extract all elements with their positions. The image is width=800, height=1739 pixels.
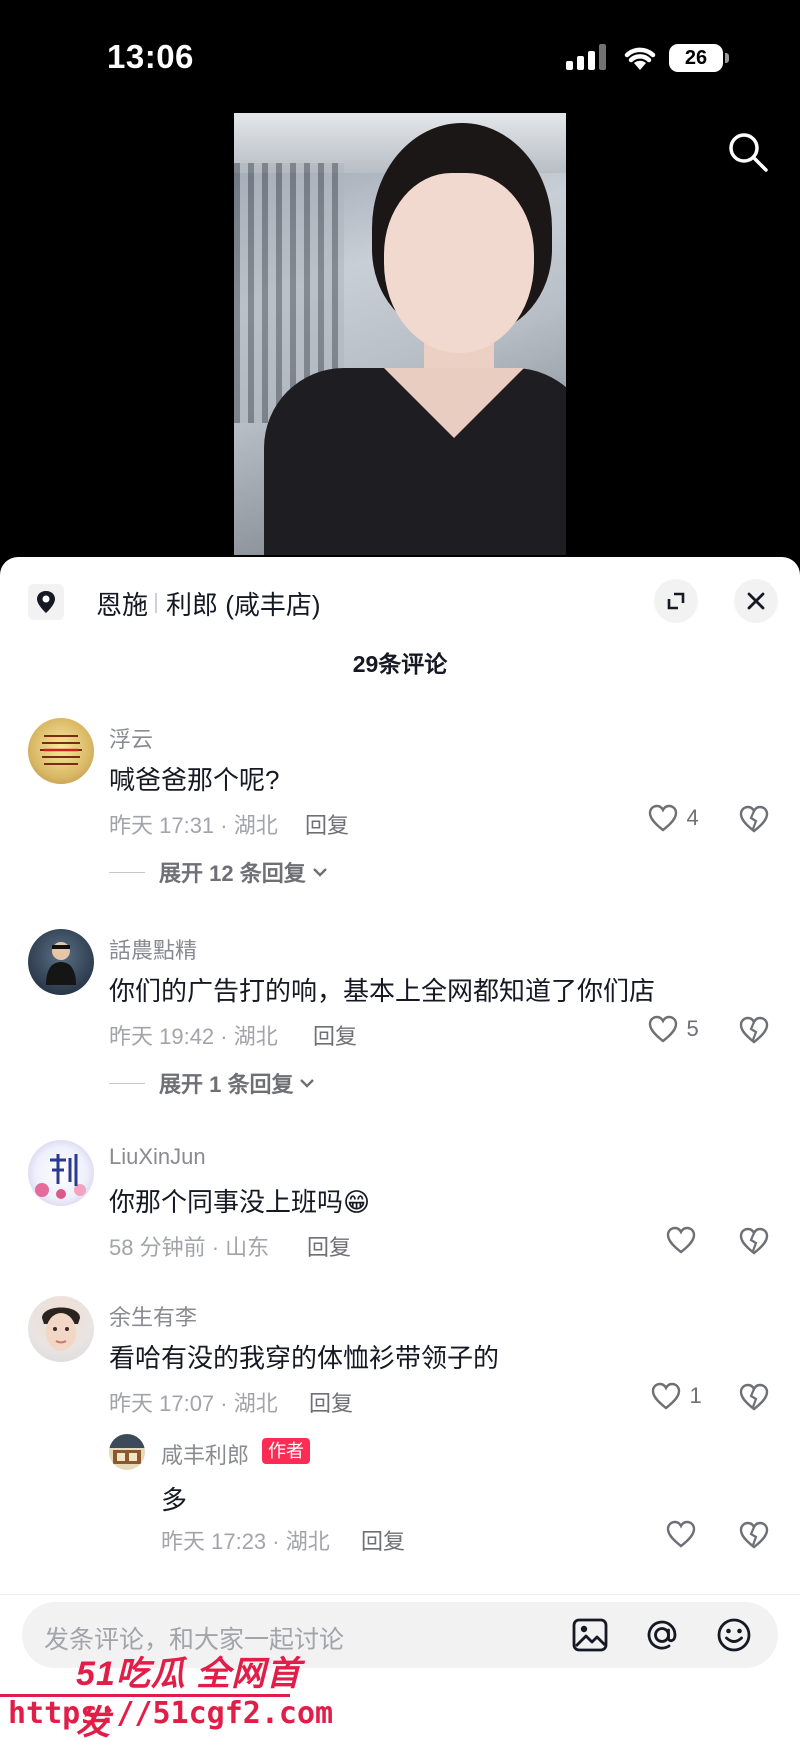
heart-icon (651, 1382, 681, 1410)
avatar-calligraphy (35, 1154, 86, 1199)
comment-author[interactable]: 話農點精 (109, 933, 197, 965)
search-icon[interactable] (726, 130, 770, 174)
like-count: 1 (689, 1383, 702, 1408)
expand-icon[interactable] (654, 579, 698, 623)
comment-author[interactable]: 余生有李 (109, 1300, 197, 1332)
emoji-icon[interactable] (714, 1615, 754, 1655)
avatar[interactable] (109, 1434, 145, 1470)
expand-replies-button[interactable]: 展开 12 条回复 (109, 856, 328, 886)
like-button[interactable] (666, 1520, 704, 1552)
dislike-icon[interactable] (738, 1520, 770, 1550)
battery-indicator: 26 (669, 44, 723, 72)
watermark: 51吃瓜 全网首发 https://51cgf2.com (0, 1640, 333, 1739)
bottom-divider (0, 1594, 800, 1595)
avatar-storefront (109, 1434, 145, 1464)
battery-tip (725, 53, 729, 63)
comment-text: 喊爸爸那个呢? (109, 765, 280, 795)
avatar[interactable] (28, 929, 94, 995)
dislike-icon[interactable] (738, 1015, 770, 1045)
heart-icon (648, 1015, 678, 1043)
comment-author[interactable]: LiuXinJun (109, 1144, 206, 1170)
reply-button[interactable]: 回复 (307, 1230, 351, 1262)
person-face (384, 173, 534, 353)
like-button[interactable]: 4 (648, 804, 699, 836)
avatar-face (42, 1307, 80, 1351)
chevron-down-icon (300, 1079, 315, 1088)
chevron-down-icon (312, 868, 327, 877)
avatar[interactable] (28, 1296, 94, 1362)
expand-replies-button[interactable]: 展开 1 条回复 (109, 1067, 315, 1097)
close-icon[interactable] (734, 579, 778, 623)
comment-text: 你那个同事没上班吗😁 (109, 1187, 371, 1217)
comment-text: 你们的广告打的响，基本上全网都知道了你们店 (109, 976, 656, 1006)
expand-replies-label: 展开 12 条回复 (159, 861, 306, 886)
reply-button[interactable]: 回复 (309, 1386, 353, 1418)
location-city: 恩施 (96, 590, 149, 620)
dislike-icon[interactable] (738, 1382, 770, 1412)
reply-author[interactable]: 咸丰利郎 (161, 1438, 249, 1470)
comment-sheet: 恩施 利郎 (咸丰店) 29条评论 浮云 喊爸爸那个呢? 昨天 17:31 · … (0, 557, 800, 1739)
wifi-icon (624, 47, 656, 70)
signal-icon (566, 44, 608, 70)
status-time: 13:06 (107, 38, 194, 75)
location-row[interactable]: 恩施 利郎 (咸丰店) (0, 557, 800, 645)
like-button[interactable]: 1 (651, 1382, 702, 1414)
like-button[interactable]: 5 (648, 1015, 699, 1047)
reply-text: 多 (161, 1485, 188, 1515)
heart-icon (648, 804, 678, 832)
avatar[interactable] (28, 718, 94, 784)
expand-replies-label: 展开 1 条回复 (159, 1072, 294, 1097)
like-button[interactable] (666, 1226, 704, 1258)
location-store: 利郎 (咸丰店) (166, 590, 321, 620)
avatar-figure (46, 942, 76, 985)
location-separator (155, 593, 157, 613)
avatar[interactable] (28, 1140, 94, 1206)
author-badge: 作者 (262, 1438, 310, 1464)
watermark-url: https://51cgf2.com (8, 1696, 334, 1731)
dislike-icon[interactable] (738, 1226, 770, 1256)
like-count: 4 (686, 805, 699, 830)
comment-meta: 58 分钟前 · 山东 (109, 1235, 270, 1260)
reply-button[interactable]: 回复 (313, 1019, 357, 1051)
comment-text: 看哈有没的我穿的体恤衫带领子的 (109, 1343, 500, 1373)
comment-author[interactable]: 浮云 (109, 722, 153, 754)
video-player[interactable] (234, 113, 566, 555)
comment-meta: 昨天 17:31 · 湖北 (109, 813, 278, 838)
reply-button[interactable]: 回复 (305, 808, 349, 840)
comment-meta: 昨天 17:07 · 湖北 (109, 1391, 278, 1416)
reply-button[interactable]: 回复 (361, 1524, 405, 1556)
heart-icon (666, 1520, 696, 1548)
heart-icon (666, 1226, 696, 1254)
expand-divider (109, 871, 145, 873)
at-icon[interactable] (642, 1615, 682, 1655)
avatar-text-pattern (40, 735, 82, 765)
location-pin-icon (28, 584, 64, 620)
dislike-icon[interactable] (738, 804, 770, 834)
comment-count: 29条评论 (352, 651, 448, 677)
reply-meta: 昨天 17:23 · 湖北 (161, 1529, 330, 1554)
image-icon[interactable] (570, 1615, 610, 1655)
comment-meta: 昨天 19:42 · 湖北 (109, 1024, 278, 1049)
expand-divider (109, 1082, 145, 1084)
like-count: 5 (686, 1016, 699, 1041)
status-bar: 13:06 26 (0, 0, 800, 110)
